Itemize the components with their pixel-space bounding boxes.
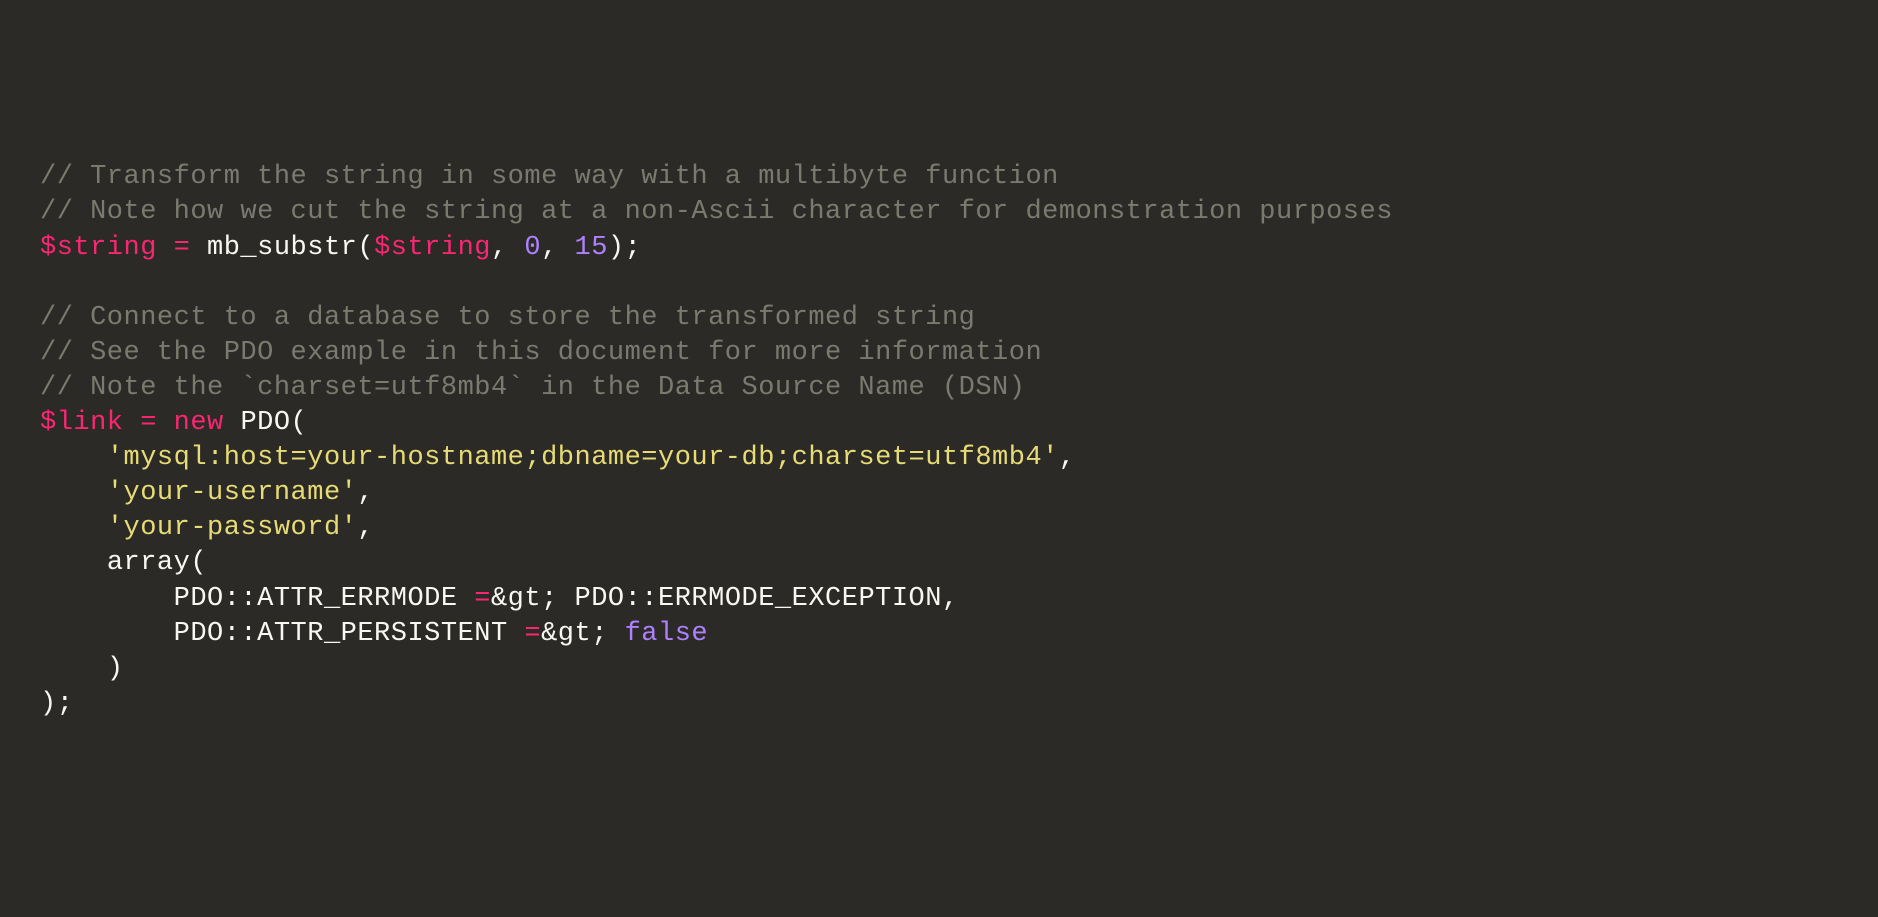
- boolean-literal: false: [625, 619, 709, 649]
- paren-close: );: [608, 233, 641, 263]
- comma: ,: [541, 233, 574, 263]
- code-comment: // See the PDO example in this document …: [40, 338, 1042, 368]
- comma: ,: [357, 478, 374, 508]
- arrow-operator: =: [508, 619, 541, 649]
- comma: ,: [357, 513, 374, 543]
- code-comment: // Connect to a database to store the tr…: [40, 303, 975, 333]
- paren-open: (: [190, 548, 207, 578]
- string-literal: 'mysql:host=your-hostname;dbname=your-db…: [107, 443, 1059, 473]
- comma: ,: [491, 233, 524, 263]
- code-comment: // Note how we cut the string at a non-A…: [40, 197, 1393, 227]
- code-block: // Transform the string in some way with…: [40, 160, 1838, 722]
- code-comment: // Transform the string in some way with…: [40, 162, 1059, 192]
- comma: ,: [942, 584, 959, 614]
- indent: [40, 654, 107, 684]
- paren-close: );: [40, 689, 73, 719]
- paren-close: ): [107, 654, 124, 684]
- indent: [40, 478, 107, 508]
- string-literal: 'your-password': [107, 513, 358, 543]
- indent: [40, 584, 174, 614]
- indent: [40, 513, 107, 543]
- paren-open: (: [357, 233, 374, 263]
- number-literal: 15: [575, 233, 608, 263]
- code-comment: // Note the `charset=utf8mb4` in the Dat…: [40, 373, 1025, 403]
- class-name: PDO: [240, 408, 290, 438]
- keyword-new: new: [174, 408, 224, 438]
- constant: PDO::ATTR_PERSISTENT: [174, 619, 508, 649]
- paren-open: (: [291, 408, 308, 438]
- assign-operator: =: [124, 408, 174, 438]
- constant: PDO::ERRMODE_EXCEPTION: [575, 584, 942, 614]
- string-literal: 'your-username': [107, 478, 358, 508]
- indent: [40, 619, 174, 649]
- arrow-entity: &gt;: [491, 584, 575, 614]
- comma: ,: [1059, 443, 1076, 473]
- function-call: mb_substr: [207, 233, 357, 263]
- php-variable: $link: [40, 408, 124, 438]
- function-call: array: [107, 548, 191, 578]
- php-variable: $string: [374, 233, 491, 263]
- constant: PDO::ATTR_ERRMODE: [174, 584, 458, 614]
- arrow-entity: &gt;: [541, 619, 625, 649]
- space: [224, 408, 241, 438]
- php-variable: $string: [40, 233, 157, 263]
- indent: [40, 548, 107, 578]
- number-literal: 0: [524, 233, 541, 263]
- assign-operator: =: [157, 233, 207, 263]
- arrow-operator: =: [458, 584, 491, 614]
- indent: [40, 443, 107, 473]
